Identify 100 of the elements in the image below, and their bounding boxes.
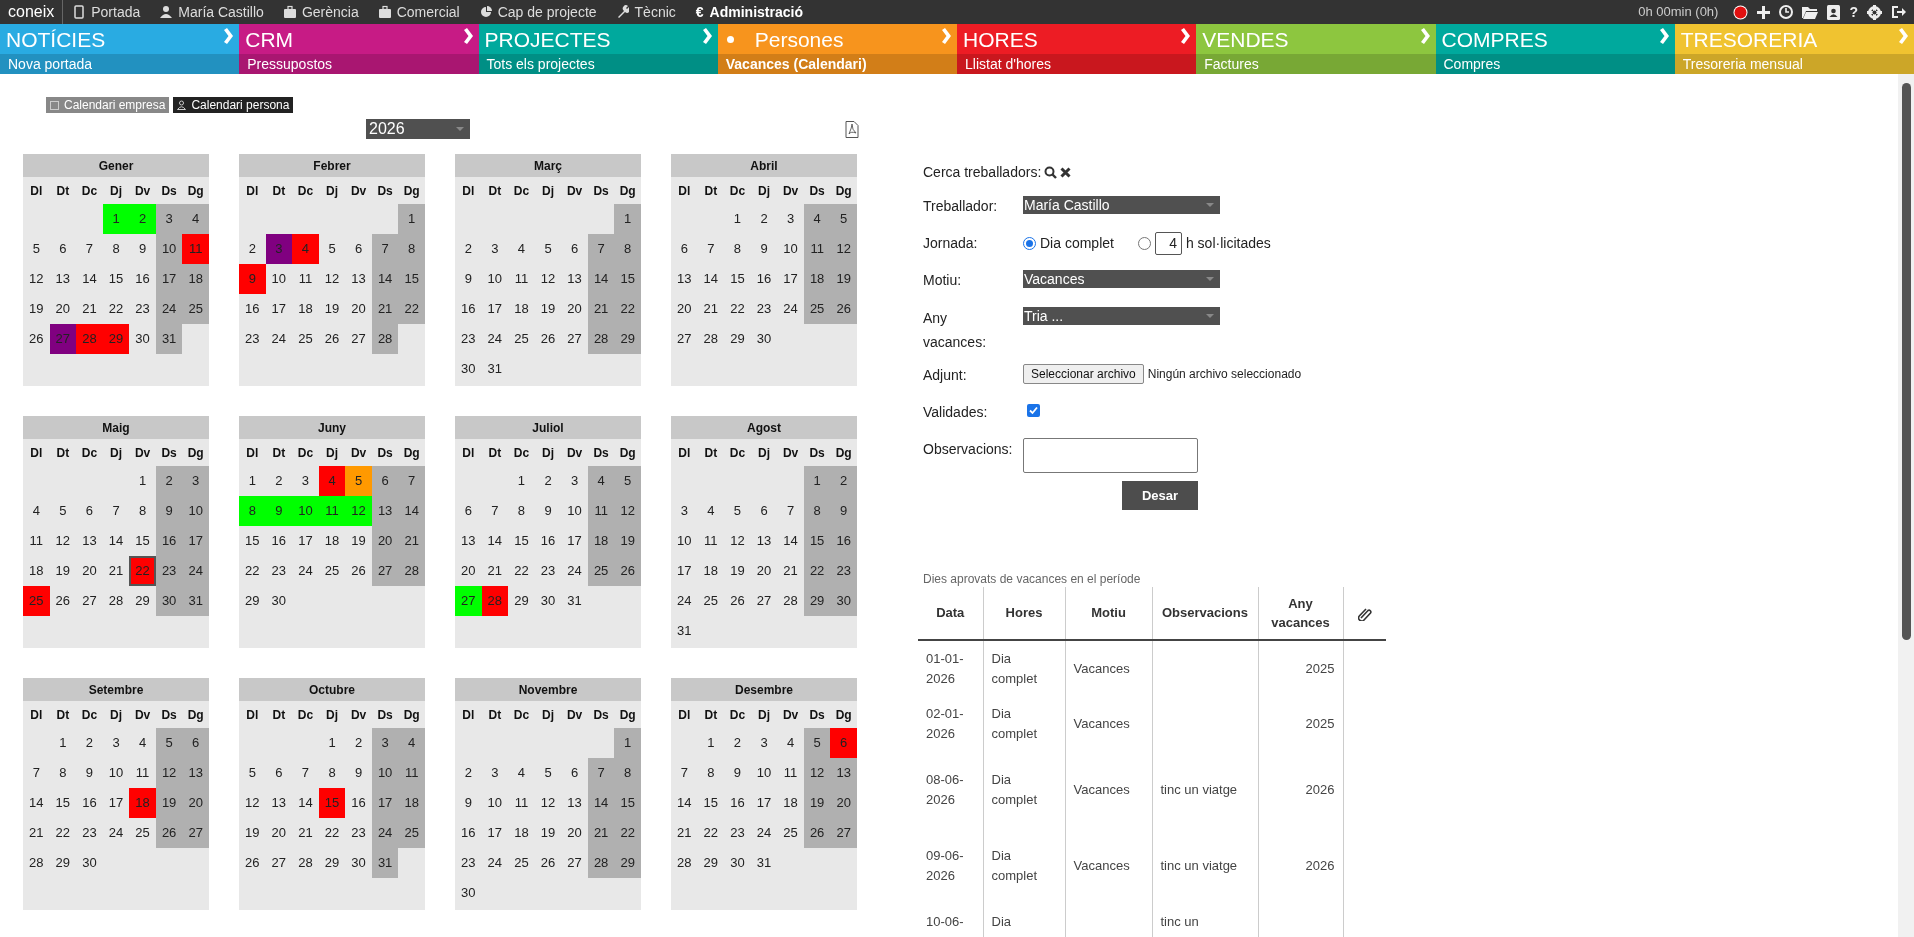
day-cell[interactable]: 8 [614,234,641,264]
day-cell[interactable]: 26 [724,586,751,616]
day-cell[interactable]: 10 [777,234,804,264]
day-cell[interactable]: 31 [182,586,209,616]
day-cell[interactable]: 10 [671,526,698,556]
day-cell[interactable]: 21 [481,556,509,586]
day-cell[interactable]: 11 [292,264,319,294]
day-cell[interactable]: 31 [750,848,778,878]
day-cell[interactable]: 14 [777,526,804,556]
day-cell[interactable]: 14 [481,526,509,556]
day-cell[interactable]: 17 [155,264,183,294]
day-cell[interactable]: 23 [76,818,103,848]
day-cell[interactable]: 18 [587,526,615,556]
day-cell[interactable]: 24 [671,586,698,616]
day-cell[interactable]: 7 [481,496,509,526]
day-cell[interactable]: 22 [724,294,751,324]
day-cell[interactable]: 9 [830,496,857,526]
day-cell[interactable]: 19 [345,526,372,556]
day-cell[interactable]: 12 [830,234,857,264]
module-tab[interactable]: CRM Pressupostos [239,24,479,74]
day-cell[interactable]: 18 [182,264,209,294]
day-cell[interactable]: 6 [561,234,588,264]
day-cell[interactable]: 29 [49,848,77,878]
day-cell[interactable]: 4 [697,496,725,526]
day-cell[interactable]: 31 [561,586,588,616]
day-cell[interactable]: 2 [155,466,183,496]
menu-link[interactable]: Portada [63,1,151,23]
day-cell[interactable]: 6 [265,758,293,788]
calendar-tab[interactable]: Calendari empresa [46,97,170,113]
day-cell[interactable]: 16 [76,788,103,818]
day-cell[interactable]: 15 [239,526,266,556]
chevron-right-icon[interactable] [1180,28,1191,44]
day-cell[interactable]: 24 [561,556,588,586]
day-cell[interactable]: 25 [129,818,156,848]
day-cell[interactable]: 22 [803,556,831,586]
day-cell[interactable]: 12 [614,496,641,526]
day-cell[interactable]: 18 [292,294,319,324]
day-cell[interactable]: 13 [561,788,588,818]
day-cell[interactable]: 16 [750,264,778,294]
day-cell[interactable]: 31 [371,848,399,878]
day-cell[interactable]: 2 [239,234,266,264]
notes-textarea[interactable] [1023,438,1198,473]
day-cell[interactable]: 11 [23,526,50,556]
day-cell[interactable]: 8 [803,496,831,526]
module-tab[interactable]: NOTÍCIES Nova portada [0,24,240,74]
day-cell[interactable]: 28 [371,324,399,354]
day-cell[interactable]: 7 [587,234,615,264]
day-cell[interactable]: 22 [239,556,266,586]
calendar-tab[interactable]: Calendari persona [173,97,294,113]
day-cell[interactable]: 30 [455,878,482,908]
day-cell[interactable]: 16 [455,818,482,848]
day-cell[interactable]: 17 [481,294,509,324]
day-cell[interactable]: 28 [76,324,103,354]
day-cell[interactable]: 3 [777,204,804,234]
day-cell[interactable]: 10 [292,496,319,526]
day-cell[interactable]: 13 [830,758,857,788]
day-cell[interactable]: 12 [155,758,183,788]
day-cell[interactable]: 19 [803,788,831,818]
day-cell[interactable]: 17 [371,788,399,818]
day-cell[interactable]: 19 [49,556,77,586]
day-cell[interactable]: 29 [614,324,641,354]
day-cell[interactable]: 14 [697,264,725,294]
day-cell[interactable]: 16 [129,264,156,294]
day-cell[interactable]: 20 [561,294,588,324]
day-cell[interactable]: 2 [345,728,372,758]
day-cell[interactable]: 4 [508,234,535,264]
day-cell[interactable]: 29 [803,586,831,616]
day-cell[interactable]: 15 [508,526,535,556]
day-cell[interactable]: 23 [724,818,751,848]
day-cell[interactable]: 28 [102,586,130,616]
day-cell[interactable]: 7 [292,758,319,788]
day-cell[interactable]: 2 [129,204,156,234]
day-cell[interactable]: 21 [102,556,130,586]
day-cell[interactable]: 27 [345,324,372,354]
day-cell[interactable]: 27 [671,324,698,354]
day-cell[interactable]: 23 [129,294,156,324]
day-cell[interactable]: 24 [750,818,778,848]
chevron-right-icon[interactable] [701,28,712,44]
day-cell[interactable]: 6 [455,496,482,526]
day-cell[interactable]: 8 [508,496,535,526]
day-cell[interactable]: 2 [455,234,482,264]
day-cell[interactable]: 9 [750,234,778,264]
day-cell[interactable]: 9 [155,496,183,526]
day-cell[interactable]: 18 [508,294,535,324]
day-cell[interactable]: 28 [671,848,698,878]
day-cell[interactable]: 28 [697,324,725,354]
day-cell[interactable]: 1 [318,728,346,758]
day-cell[interactable]: 12 [23,264,50,294]
day-cell[interactable]: 12 [534,264,562,294]
clock-icon[interactable] [1779,5,1794,19]
day-cell[interactable]: 31 [671,616,698,646]
day-cell[interactable]: 15 [697,788,725,818]
day-cell[interactable]: 25 [777,818,804,848]
checkbox[interactable] [1027,404,1040,417]
day-cell[interactable]: 29 [318,848,346,878]
chevron-right-icon[interactable] [223,28,234,44]
day-cell[interactable]: 24 [777,294,804,324]
day-cell[interactable]: 30 [455,354,482,384]
day-cell[interactable]: 12 [724,526,751,556]
day-cell[interactable]: 19 [534,294,562,324]
